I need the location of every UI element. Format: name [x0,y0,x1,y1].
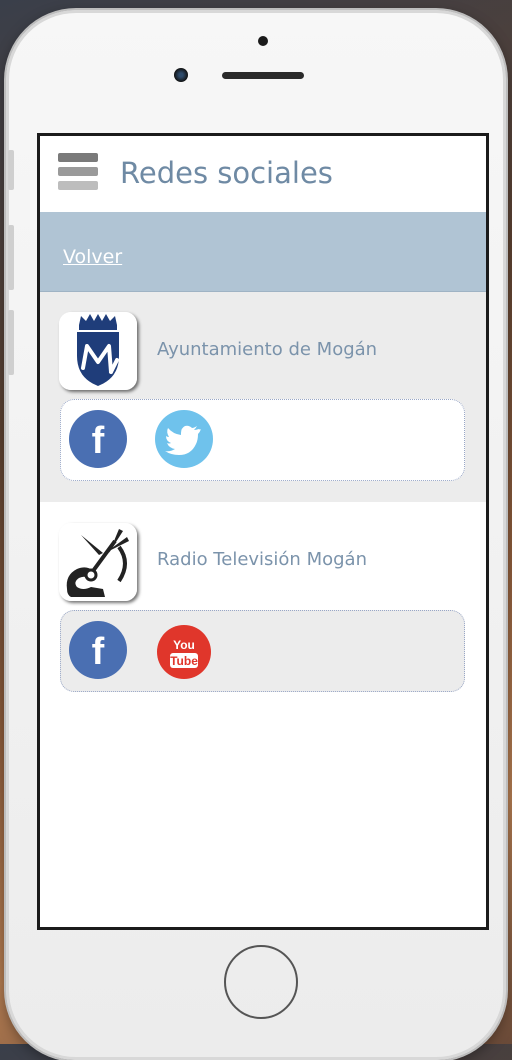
home-button[interactable] [224,945,298,1019]
phone-side-button [8,310,14,375]
youtube-icon[interactable]: You Tube [157,625,211,679]
svg-text:f: f [92,631,105,673]
svg-text:f: f [92,420,105,462]
hamburger-icon[interactable] [58,153,98,193]
twitter-icon[interactable] [155,410,213,468]
social-entry: Ayuntamiento de Mogán f [40,292,486,502]
app-screen: Redes sociales Volver Ayuntamiento de Mo… [37,133,489,930]
phone-side-button [8,150,14,190]
back-link[interactable]: Volver [63,246,122,268]
youtube-badge-bottom: Tube [170,654,198,668]
entry-name[interactable]: Ayuntamiento de Mogán [157,339,377,360]
youtube-badge-top: You [173,638,195,652]
back-bar: Volver [40,212,486,292]
social-links-box: f [60,399,465,481]
facebook-icon[interactable]: f [69,410,127,468]
earpiece-speaker [222,72,304,79]
phone-side-button [8,225,14,290]
page-title: Redes sociales [120,156,333,190]
facebook-icon[interactable]: f [69,621,127,679]
front-camera [174,68,188,82]
social-links-box: f You Tube [60,610,465,692]
social-entry: Radio Televisión Mogán f You Tube [40,502,486,712]
radio-television-logo [59,523,137,601]
proximity-sensor [258,36,268,46]
app-header: Redes sociales [40,136,486,212]
ayuntamiento-logo [59,312,137,390]
entry-name[interactable]: Radio Televisión Mogán [157,549,367,570]
